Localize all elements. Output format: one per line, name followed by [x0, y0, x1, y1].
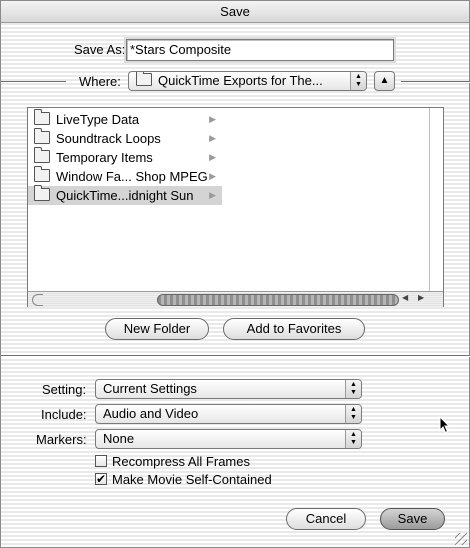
where-divider-right — [401, 81, 470, 83]
horizontal-scrollbar[interactable]: ◀ ▶ — [28, 291, 443, 307]
markers-label: Markers: — [36, 432, 87, 447]
disclosure-arrow-icon: ▶ — [209, 152, 216, 162]
scroll-track-cap — [32, 294, 43, 306]
self-contained-checkbox[interactable]: ✔ — [95, 473, 107, 485]
list-item[interactable]: Temporary Items ▶ — [28, 147, 222, 167]
include-popup[interactable]: Audio and Video ▲ ▼ — [95, 404, 362, 424]
browser-column-2 — [235, 108, 430, 291]
popup-arrows-icon: ▲ ▼ — [345, 430, 361, 448]
list-item[interactable]: LiveType Data ▶ — [28, 109, 222, 129]
scroll-thumb[interactable] — [157, 294, 399, 306]
up-arrow-button[interactable]: ▲ — [374, 71, 395, 91]
disclosure-arrow-icon: ▶ — [209, 133, 216, 143]
cancel-button[interactable]: Cancel — [286, 508, 366, 530]
self-contained-label[interactable]: Make Movie Self-Contained — [112, 472, 272, 487]
setting-label: Setting: — [42, 382, 87, 397]
markers-popup[interactable]: None ▲ ▼ — [95, 429, 362, 449]
save-dialog: Save Save As: *Stars Composite Where: Qu… — [0, 0, 470, 548]
save-as-field[interactable]: *Stars Composite — [126, 39, 394, 61]
save-button[interactable]: Save — [380, 508, 445, 530]
folder-icon — [34, 147, 50, 163]
checkmark-icon: ✔ — [96, 472, 107, 486]
scroll-right-arrow-icon[interactable]: ▶ — [418, 293, 424, 302]
folder-icon — [34, 166, 50, 182]
add-to-favorites-button[interactable]: Add to Favorites — [223, 318, 365, 340]
mouse-cursor-icon — [439, 416, 451, 434]
markers-value: None — [103, 431, 135, 446]
where-value: QuickTime Exports for The... — [158, 73, 323, 88]
save-as-label: Save As: — [74, 42, 126, 57]
new-folder-button[interactable]: New Folder — [105, 318, 209, 340]
where-label: Where: — [79, 74, 121, 89]
include-label: Include: — [41, 407, 87, 422]
column-divider — [222, 108, 235, 291]
popup-arrows-icon: ▲ ▼ — [345, 405, 361, 423]
window-title: Save — [1, 1, 469, 23]
where-divider-left — [1, 81, 66, 83]
browser-column-1: LiveType Data ▶ Soundtrack Loops ▶ Tempora… — [28, 108, 223, 291]
where-popup[interactable]: QuickTime Exports for The... ▲ ▼ — [128, 71, 367, 91]
recompress-label[interactable]: Recompress All Frames — [112, 454, 250, 469]
popup-arrows-icon: ▲ ▼ — [350, 72, 366, 90]
folder-icon — [34, 185, 50, 201]
up-arrow-icon: ▲ — [379, 75, 390, 86]
scroll-left-arrow-icon[interactable]: ◀ — [402, 293, 408, 302]
options-divider — [1, 355, 470, 357]
disclosure-arrow-icon: ▶ — [209, 171, 216, 181]
folder-icon — [136, 72, 152, 86]
list-item[interactable]: Window Fa... Shop MPEG ▶ — [28, 166, 222, 186]
list-item-selected[interactable]: QuickTime...idnight Sun ▶ — [28, 185, 222, 205]
setting-popup[interactable]: Current Settings ▲ ▼ — [95, 379, 362, 399]
folder-icon — [34, 109, 50, 125]
popup-arrows-icon: ▲ ▼ — [345, 380, 361, 398]
file-browser[interactable]: LiveType Data ▶ Soundtrack Loops ▶ Tempora… — [27, 107, 444, 307]
folder-icon — [34, 128, 50, 144]
recompress-checkbox[interactable] — [95, 455, 107, 467]
disclosure-arrow-icon: ▶ — [209, 190, 216, 200]
setting-value: Current Settings — [103, 381, 197, 396]
disclosure-arrow-icon: ▶ — [209, 114, 216, 124]
include-value: Audio and Video — [103, 406, 199, 421]
resize-grip-icon[interactable] — [455, 533, 467, 545]
list-item[interactable]: Soundtrack Loops ▶ — [28, 128, 222, 148]
